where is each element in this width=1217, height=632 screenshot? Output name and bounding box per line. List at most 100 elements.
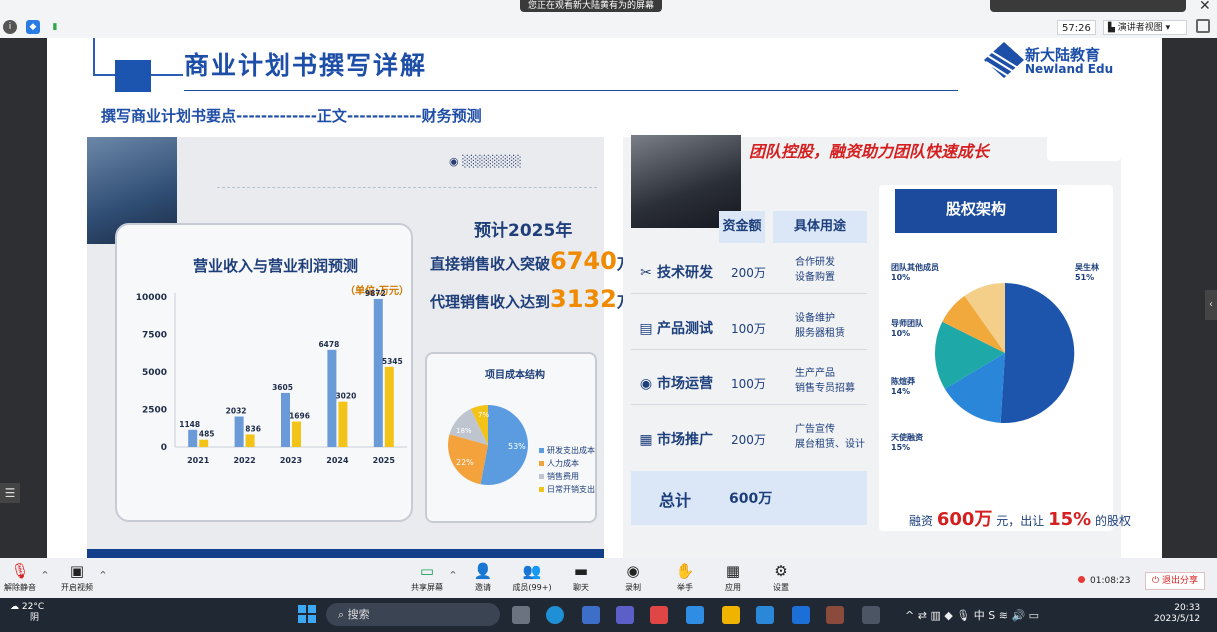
y-tick-label: 7500 [142,331,167,341]
meeting-app-icon[interactable] [792,606,810,624]
equity-label-founder: 吴生林 51% [1075,263,1099,282]
chat-button[interactable]: ▬ 聊天 [566,562,596,593]
tray-app-icon[interactable]: ▥ [930,609,944,622]
logo-text-en: Newland Edu [1025,62,1114,76]
app-icon[interactable] [616,606,634,624]
gear-icon: ⚙ [774,562,788,580]
invite-button[interactable]: 👤 邀请 [466,562,500,593]
record-icon: ◉ [626,562,640,580]
bar-2021-s1 [188,429,198,447]
apps-button[interactable]: ▦ 应用 [718,562,748,593]
unmute-button[interactable]: 🎙 解除静音 [2,562,38,593]
camera-off-icon: ▣ [69,562,85,580]
windows-start-icon[interactable] [298,605,316,623]
bar-2022-s1 [234,416,244,447]
window-title-area [990,0,1186,12]
ime-indicator[interactable]: 中 [974,609,985,622]
data-label: 1148 [179,420,200,429]
share-screen-button[interactable]: ▭ 共享屏幕 [408,562,446,593]
data-label: 5345 [382,357,403,366]
close-icon[interactable]: ✕ [1199,0,1211,14]
revenue-forecast-panel: ◉ ░░░░░░░ 营业收入与营业利润预测 （单位:万元） 0 2500 5000 7… [87,137,632,558]
slide-subtitle: 撰写商业计划书要点-------------正文------------财务预测 [101,107,482,125]
cloud-icon: ☁ [10,602,22,612]
app-icon[interactable] [756,606,774,624]
calendar-icon: ▦ [639,432,653,448]
pie-label-2: 22% [456,458,474,467]
meeting-toolbar: 🎙 解除静音 ^ ▣ 开启视频 ^ ▭ 共享屏幕 ^ 👤 邀请 👥 成员(99+) ▬ 聊天… [0,558,1217,598]
equity-structure-box: 股权架构 团队其他成员 10% 吴生林 51% 导师团队 10% 陈煊莽 14% 天使融… [879,185,1131,531]
start-video-button[interactable]: ▣ 开启视频 [58,562,96,593]
speaker-view-button[interactable]: ▙ 演讲者视图 ▾ [1103,20,1187,35]
wifi-icon[interactable]: ≋ [999,609,1012,622]
data-label: 1696 [289,412,310,421]
power-icon: ⏻ [1152,576,1162,586]
revenue-bar-chart: 0 2500 5000 7500 10000 2021 1148485 2022 2032 836… [136,289,407,465]
tray-chevron-icon[interactable]: ^ [905,609,918,622]
panel-bottom-bar [87,549,604,558]
row-label-ops: ◉ 市场运营 [639,376,713,392]
tools-icon: ✂ [640,265,652,281]
x-tick-label: 2024 [326,456,349,465]
share-options-chevron-icon[interactable]: ^ [448,570,458,579]
forecast-direct-sales: 直接销售收入突破6740万 [430,247,632,275]
weather-widget[interactable]: ☁ 22°C 阴 [10,602,44,624]
bar-2024-s2 [338,401,348,447]
taskbar-clock[interactable]: 20:33 2023/5/12 [1154,603,1200,625]
legend-item: 销售费用 [539,470,595,483]
settings-button[interactable]: ⚙ 设置 [766,562,796,593]
header-dashed-line [217,187,597,188]
financing-summary: 融资 600万 元，出让 15% 的股权 [909,509,1132,530]
video-options-chevron-icon[interactable]: ^ [98,570,108,579]
list-menu-icon[interactable]: ☰ [0,483,20,503]
college-logo: ◉ ░░░░░░░ [449,155,522,168]
active-window-icon[interactable] [826,606,844,624]
data-label: 6478 [318,340,339,349]
tray-app-icon[interactable]: S [988,609,998,622]
bar-2021-s2 [199,439,209,447]
network-app-icon[interactable]: ⇄ [918,609,931,622]
microphone-icon[interactable]: 🎙 [956,609,973,622]
tray-app-icon[interactable]: ◆ [944,609,956,622]
taskbar-search[interactable]: ⌕ 搜索 [326,603,500,626]
system-tray: ^ ⇄ ▥ ◆ 🎙 中 S ≋ 🔊 ▭ [905,607,1039,623]
row-label-rd: ✂ 技术研发 [640,265,713,281]
pie-label-3: 18% [456,427,472,435]
members-icon: 👥 [522,562,542,580]
task-view-icon[interactable] [512,606,530,624]
raise-hand-button[interactable]: ✋ 举手 [670,562,700,593]
bar-2022-s2 [245,434,255,447]
header-use: 具体用途 [773,211,867,243]
legend-item: 人力成本 [539,457,595,470]
exit-share-button[interactable]: ⏻ 退出分享 [1145,572,1205,590]
legend-item: 日常开销支出 [539,483,595,496]
speaker-icon[interactable]: 🔊 [1011,609,1028,622]
equity-label-team: 团队其他成员 10% [891,263,939,282]
app-icon[interactable] [862,606,880,624]
cost-pie-chart: 53% 22% 18% 7% [448,405,528,485]
store-icon[interactable] [582,606,600,624]
mute-options-chevron-icon[interactable]: ^ [40,570,50,579]
signal-icon[interactable]: ▮ [48,20,62,34]
fullscreen-icon[interactable] [1196,19,1210,33]
record-button[interactable]: ◉ 录制 [618,562,648,593]
members-button[interactable]: 👥 成员(99+) [508,562,556,593]
newland-logo-icon [984,42,1024,78]
shield-icon[interactable]: ◆ [26,20,40,34]
edge-browser-icon[interactable] [546,606,564,624]
total-amount: 600万 [729,491,773,507]
collapse-arrow-icon[interactable]: ‹ [1205,290,1217,320]
file-explorer-icon[interactable] [722,606,740,624]
share-screen-icon: ▭ [419,562,435,580]
row-divider [631,349,867,350]
row-amount: 100万 [731,377,766,391]
meeting-top-bar: 您正在观看新大陆黄有为的屏幕 ✕ i ◆ ▮ 57:26 ▙ 演讲者视图 ▾ [0,0,1217,38]
row-amount: 200万 [731,266,766,280]
search-icon: ⌕ [338,608,348,621]
battery-icon[interactable]: ▭ [1029,609,1039,622]
location-pin-icon: ◉ [639,376,653,392]
pie-label-1: 53% [508,442,526,451]
app-icon[interactable] [650,606,668,624]
info-icon[interactable]: i [3,20,17,34]
app-icon[interactable] [686,606,704,624]
